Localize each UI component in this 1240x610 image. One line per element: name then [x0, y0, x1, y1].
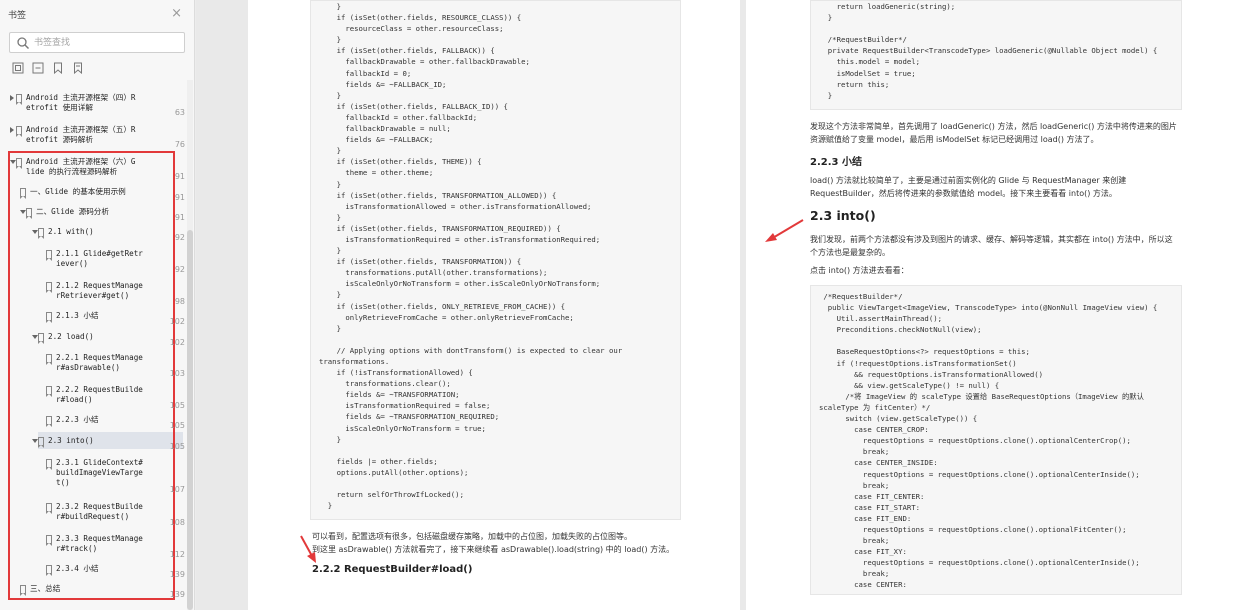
bookmark-icon	[46, 250, 52, 261]
section-heading: 2.3 into()	[810, 208, 876, 223]
bookmark-label: 2.1.1 Glide#getRetr iever()	[56, 249, 143, 268]
paragraph: 点击 into() 方法进去看看：	[810, 266, 909, 275]
bookmark-label: 二、Glide 源码分析	[36, 207, 109, 216]
bookmark-item[interactable]: Android 主流开源框架（六）G lide 的执行流程源码解析	[10, 157, 178, 187]
sidebar-title: 书签	[8, 11, 27, 21]
bookmark-icon	[16, 94, 22, 105]
pdf-reader: 书签 × Android 主流开源框架（四）R etrofit 使用详解 Andr…	[0, 0, 1240, 610]
bookmark-label: 2.3 into()	[48, 436, 94, 445]
bookmark-label: Android 主流开源框架（六）G lide 的执行流程源码解析	[26, 157, 136, 176]
bookmark-icon	[46, 312, 52, 323]
paragraph: 我们发现，前两个方法都没有涉及到图片的请求、缓存、解码等逻辑，其实都在 into…	[810, 235, 1173, 257]
bookmark-icon	[46, 354, 52, 365]
bookmark-page-number: 92	[174, 265, 185, 274]
paragraph: 可以看到，配置选项有很多，包括磁盘缓存策略，加载中的占位图，加载失败的占位图等。	[312, 532, 632, 541]
bookmark-item[interactable]: 2.1.2 RequestManage rRetriever#get()	[46, 281, 178, 311]
bookmark-label: 2.1 with()	[48, 227, 94, 236]
bookmark-sidebar: 书签 × Android 主流开源框架（四）R etrofit 使用详解 Andr…	[0, 0, 195, 610]
bookmark-page-number: 102	[169, 317, 185, 326]
bookmark-icon	[46, 386, 52, 397]
bookmark-search-box[interactable]	[9, 32, 185, 53]
bookmark-label: 2.1.2 RequestManage rRetriever#get()	[56, 281, 143, 300]
bookmark-icon	[16, 158, 22, 169]
bookmark-icon	[46, 535, 52, 546]
annotation-arrow	[300, 535, 316, 563]
bookmark-label: 一、Glide 的基本使用示例	[30, 187, 126, 196]
code-block: /*RequestBuilder*/ public ViewTarget<Ima…	[810, 285, 1182, 595]
bookmark-icon	[20, 188, 26, 199]
section-heading: 2.2.2 RequestBuilder#load()	[312, 564, 473, 575]
bookmark-icon[interactable]	[72, 62, 84, 74]
bookmark-label: 2.2.1 RequestManage r#asDrawable()	[56, 353, 143, 372]
paragraph: 发现这个方法非常简单，首先调用了 loadGeneric() 方法，然后 loa…	[810, 122, 1177, 144]
bookmark-item[interactable]: 2.3.2 RequestBuilde r#buildRequest()	[46, 502, 178, 532]
bookmark-page-number: 102	[169, 338, 185, 347]
expand-arrow-icon[interactable]	[10, 95, 14, 101]
bookmark-item[interactable]: 2.2.2 RequestBuilde r#load()	[46, 385, 178, 415]
bookmark-page-number: 91	[174, 213, 185, 222]
bookmark-icon	[26, 208, 32, 219]
expand-arrow-icon[interactable]	[10, 127, 14, 133]
bookmark-page-number: 105	[169, 442, 185, 451]
bookmark-label: 2.2 load()	[48, 332, 94, 341]
bookmark-item[interactable]: 2.3.3 RequestManage r#track()	[46, 534, 178, 564]
bookmark-item[interactable]: 2.3.1 GlideContext# buildImageViewTarge …	[46, 458, 178, 488]
bookmark-page-number: 103	[169, 369, 185, 378]
bookmark-label: Android 主流开源框架（四）R etrofit 使用详解	[26, 93, 136, 112]
add-bookmark-icon[interactable]	[52, 62, 64, 74]
bookmark-label: 2.3.1 GlideContext# buildImageViewTarge …	[56, 458, 143, 487]
bookmark-item[interactable]: 三、总结	[20, 584, 178, 610]
close-icon[interactable]: ×	[171, 6, 182, 21]
bookmark-page-number: 105	[169, 401, 185, 410]
bookmark-icon	[46, 459, 52, 470]
bookmark-search-input[interactable]	[34, 35, 180, 50]
bookmark-label: 三、总结	[30, 584, 61, 593]
bookmark-item[interactable]: Android 主流开源框架（五）R etrofit 源码解析	[10, 125, 178, 155]
bookmark-label: 2.3.2 RequestBuilde r#buildRequest()	[56, 502, 143, 521]
bookmark-page-number: 92	[174, 233, 185, 242]
bookmark-icon	[38, 228, 44, 239]
bookmark-icon	[16, 126, 22, 137]
bookmark-icon	[38, 333, 44, 344]
bookmark-item[interactable]: 2.2.1 RequestManage r#asDrawable()	[46, 353, 178, 383]
bookmark-page-number: 105	[169, 421, 185, 430]
bookmark-page-number: 63	[174, 108, 185, 117]
bookmark-icon	[46, 565, 52, 576]
bookmark-page-number: 108	[169, 518, 185, 527]
bookmark-page-number: 139	[169, 570, 185, 579]
sidebar-header: 书签 ×	[8, 6, 186, 22]
bookmark-icon	[20, 585, 26, 596]
expand-all-icon[interactable]	[12, 62, 24, 74]
bookmark-icon	[46, 416, 52, 427]
search-icon	[17, 37, 29, 49]
bookmark-label: 2.2.3 小结	[56, 415, 99, 424]
paragraph: 到这里 asDrawable() 方法就看完了，接下来继续看 asDrawabl…	[312, 545, 675, 554]
bookmark-item[interactable]: Android 主流开源框架（四）R etrofit 使用详解	[10, 93, 178, 123]
bookmark-page-number: 91	[174, 172, 185, 181]
bookmark-label: 2.3.4 小结	[56, 564, 99, 573]
collapse-all-icon[interactable]	[32, 62, 44, 74]
bookmark-page-number: 112	[169, 550, 185, 559]
code-block: return loadGeneric(string); } /*RequestB…	[810, 0, 1182, 110]
bookmark-page-number: 91	[174, 193, 185, 202]
bookmark-label: Android 主流开源框架（五）R etrofit 源码解析	[26, 125, 136, 144]
bookmark-page-number: 139	[169, 590, 185, 599]
bookmark-icon	[46, 503, 52, 514]
bookmark-label: 2.3.3 RequestManage r#track()	[56, 534, 143, 553]
bookmark-page-number: 107	[169, 485, 185, 494]
annotation-arrow	[765, 219, 804, 242]
code-block: } if (isSet(other.fields, RESOURCE_CLASS…	[310, 0, 681, 520]
paragraph: load() 方法就比较简单了，主要是通过前面实例化的 Glide 与 Requ…	[810, 176, 1127, 198]
pdf-page-right: return loadGeneric(string); } /*RequestB…	[746, 0, 1240, 610]
bookmark-label: 2.1.3 小结	[56, 311, 99, 320]
bookmark-page-number: 98	[174, 297, 185, 306]
bookmark-page-number: 76	[174, 140, 185, 149]
pdf-page-left: } if (isSet(other.fields, RESOURCE_CLASS…	[248, 0, 740, 610]
sidebar-scrollbar-thumb[interactable]	[187, 230, 193, 610]
bookmark-label: 2.2.2 RequestBuilde r#load()	[56, 385, 143, 404]
bookmark-icon	[46, 282, 52, 293]
bookmark-icon	[38, 437, 44, 448]
bookmark-item[interactable]: 2.1.1 Glide#getRetr iever()	[46, 249, 178, 279]
section-heading: 2.2.3 小结	[810, 157, 862, 168]
